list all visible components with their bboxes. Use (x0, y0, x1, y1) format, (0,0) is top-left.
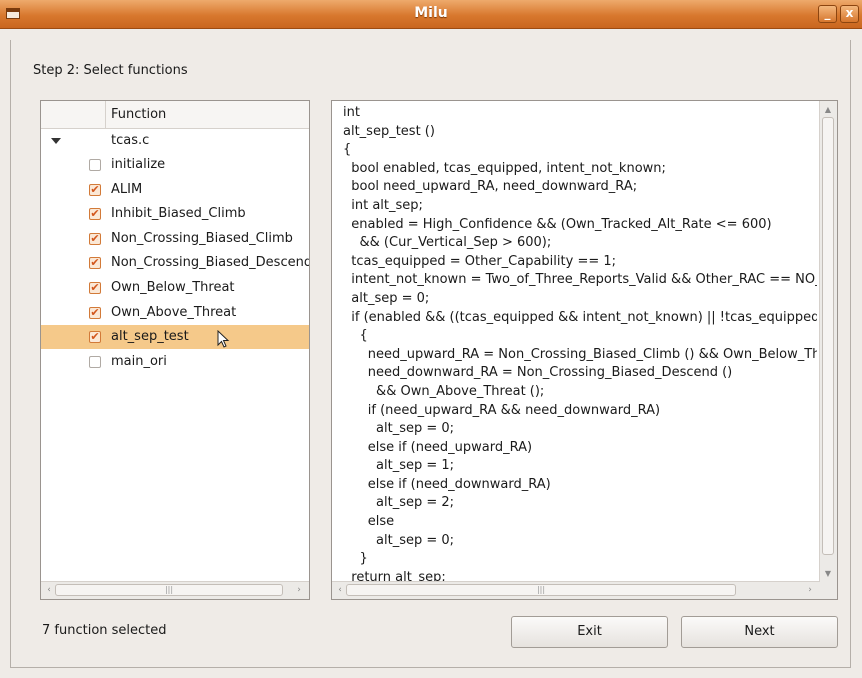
code-line: if (enabled && ((tcas_equipped && intent… (343, 309, 817, 325)
code-text[interactable]: int alt_sep_test () { bool enabled, tcas_e… (343, 104, 817, 581)
code-line: int (343, 105, 360, 120)
next-button[interactable]: Next (681, 616, 838, 648)
code-line: alt_sep = 0; (343, 421, 455, 437)
code-line: else if (need_upward_RA) (343, 439, 533, 455)
code-line: { (343, 328, 368, 344)
exit-button[interactable]: Exit (511, 616, 668, 648)
code-line: alt_sep = 2; (343, 495, 455, 511)
code-line: enabled = High_Confidence && (Own_Tracke… (343, 216, 772, 232)
source-code-view[interactable]: int alt_sep_test () { bool enabled, tcas_e… (331, 100, 838, 600)
function-name: Own_Below_Threat (111, 280, 235, 295)
function-row[interactable]: ✔ Own_Below_Threat (41, 276, 309, 300)
hscroll-thumb[interactable]: ||| (346, 584, 736, 596)
scroll-corner (820, 582, 837, 599)
function-row[interactable]: initialize (41, 153, 309, 177)
function-checkbox[interactable]: ✔ (89, 232, 101, 245)
code-line: { (343, 142, 352, 158)
code-line: alt_sep = 0; (343, 532, 455, 548)
function-row[interactable]: ✔ Non_Crossing_Biased_Descend (41, 251, 309, 275)
function-checkbox[interactable]: ✔ (89, 257, 101, 270)
code-line: } (343, 551, 368, 567)
function-tree-header[interactable]: Function (41, 101, 309, 129)
header-check-column (41, 101, 106, 128)
function-name: Non_Crossing_Biased_Climb (111, 230, 293, 246)
function-name: alt_sep_test (111, 329, 189, 345)
code-line: tcas_equipped = Other_Capability == 1; (343, 253, 617, 269)
function-checkbox[interactable] (89, 159, 101, 171)
function-checkbox[interactable]: ✔ (89, 282, 101, 294)
code-hscrollbar[interactable]: ‹ ||| › (332, 581, 820, 599)
tree-file-row[interactable]: tcas.c (41, 129, 309, 153)
function-name: Own_Above_Threat (111, 304, 237, 320)
function-checkbox[interactable] (89, 355, 101, 368)
file-name: tcas.c (111, 133, 150, 148)
function-row[interactable]: ✔ Inhibit_Biased_Climb (41, 202, 309, 226)
code-line: alt_sep_test () (343, 123, 435, 139)
step-label: Step 2: Select functions (33, 63, 188, 78)
function-name: initialize (111, 157, 166, 172)
scroll-up-icon[interactable]: ▲ (822, 103, 834, 116)
title-bar[interactable]: Milu _ x (0, 0, 862, 29)
function-row[interactable]: ✔ Own_Above_Threat (41, 301, 309, 325)
function-checkbox[interactable]: ✔ (89, 208, 101, 221)
function-checkbox[interactable]: ✔ (89, 331, 101, 344)
scroll-down-icon[interactable]: ▼ (822, 567, 834, 580)
function-tree[interactable]: Function tcas.c initialize ✔ ALIM ✔ Inhibit_… (40, 100, 310, 600)
scroll-left-icon[interactable]: ‹ (43, 584, 55, 596)
scroll-right-icon[interactable]: › (293, 584, 305, 596)
function-row[interactable]: main_ori (41, 350, 309, 374)
code-line: bool enabled, tcas_equipped, intent_not_… (343, 160, 666, 176)
function-row[interactable]: ✔ alt_sep_test (41, 325, 309, 350)
code-line: alt_sep = 1; (343, 458, 455, 474)
code-line: int alt_sep; (343, 197, 423, 213)
scroll-left-icon[interactable]: ‹ (334, 584, 346, 596)
code-line: return alt_sep; (343, 569, 446, 581)
scroll-right-icon[interactable]: › (804, 584, 816, 596)
function-name: main_ori (111, 353, 167, 369)
close-button[interactable]: x (840, 5, 859, 23)
status-text: 7 function selected (42, 623, 167, 638)
function-name: ALIM (111, 181, 143, 197)
function-checkbox[interactable]: ✔ (89, 306, 101, 319)
code-line: && (Cur_Vertical_Sep > 600); (343, 235, 552, 251)
code-line: intent_not_known = Two_of_Three_Reports_… (351, 272, 817, 288)
vscroll-thumb[interactable] (822, 117, 834, 555)
minimize-button[interactable]: _ (818, 5, 837, 23)
function-checkbox[interactable]: ✔ (89, 183, 101, 196)
code-line: && Own_Above_Threat (); (343, 383, 545, 399)
function-name: Inhibit_Biased_Climb (111, 206, 246, 222)
code-line: need_downward_RA = Non_Crossing_Biased_D… (343, 365, 733, 381)
function-name: Non_Crossing_Biased_Descend (111, 255, 310, 271)
code-line: else if (need_downward_RA) (343, 476, 551, 492)
code-vscrollbar[interactable]: ▲ ▼ (819, 101, 837, 582)
mouse-pointer-icon (217, 330, 230, 348)
function-row[interactable]: ✔ Non_Crossing_Biased_Climb (41, 227, 309, 251)
expand-triangle-icon[interactable] (51, 138, 61, 144)
hscroll-thumb[interactable]: ||| (55, 584, 283, 596)
window-title: Milu (414, 5, 448, 21)
code-line: if (need_upward_RA && need_downward_RA) (343, 402, 661, 418)
code-line: alt_sep = 0; (343, 290, 430, 306)
function-tree-hscrollbar[interactable]: ‹ ||| › (41, 581, 309, 599)
code-line: bool need_upward_RA, need_downward_RA; (343, 179, 638, 195)
function-column-header: Function (111, 107, 167, 122)
code-line: need_upward_RA = Non_Crossing_Biased_Cli… (343, 346, 817, 362)
code-line: else (343, 514, 395, 530)
function-row[interactable]: ✔ ALIM (41, 178, 309, 202)
